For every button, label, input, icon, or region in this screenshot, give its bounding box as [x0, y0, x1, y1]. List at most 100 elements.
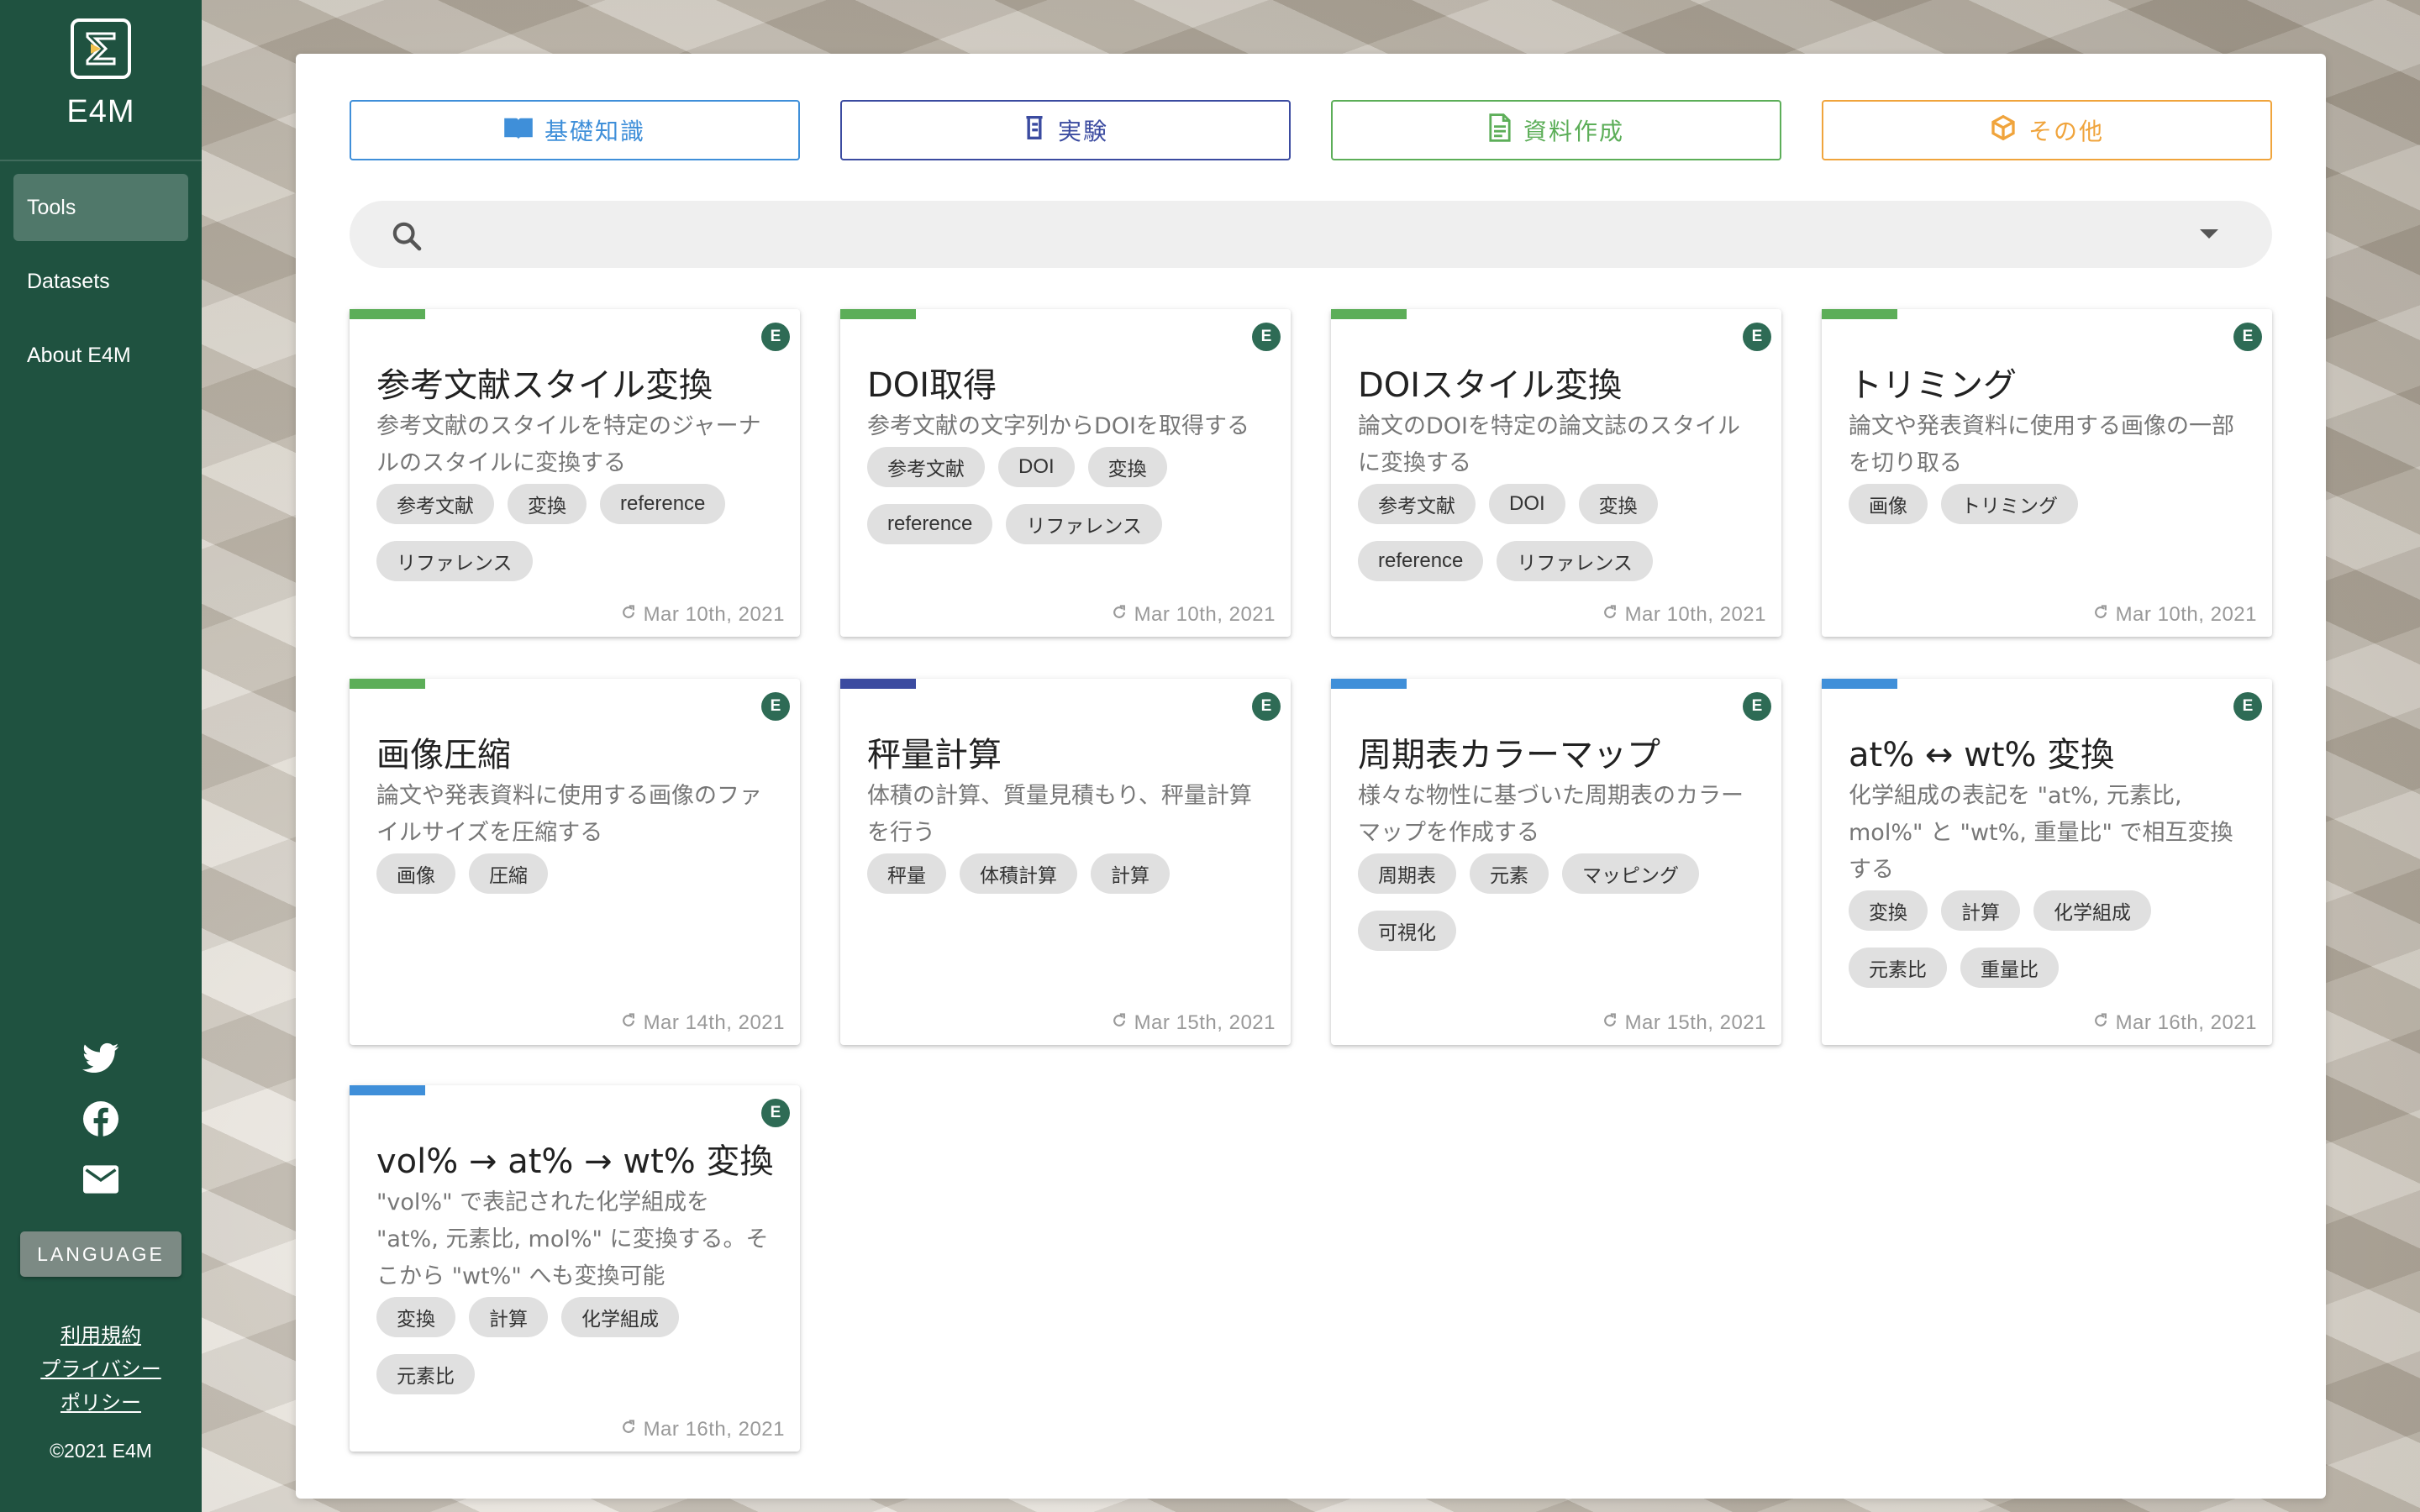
card-date-text: Mar 16th, 2021 [2115, 1011, 2257, 1034]
card-title: 周期表カラーマップ [1358, 736, 1660, 774]
card-tag[interactable]: DOI [998, 447, 1075, 487]
card-tag[interactable]: 計算 [469, 1297, 548, 1337]
card-tag[interactable]: 計算 [1091, 853, 1170, 894]
logo-icon[interactable] [71, 18, 131, 79]
card-tag[interactable]: 画像 [376, 853, 455, 894]
tool-card[interactable]: E 秤量計算 体積の計算、質量見積もり、秤量計算を行う 秤量 体積計算 計算 Mar 15t… [840, 679, 1291, 1045]
card-tag[interactable]: 元素比 [1849, 948, 1947, 988]
privacy-link-line2[interactable]: ポリシー [0, 1386, 202, 1415]
card-tag[interactable]: 変換 [1578, 484, 1658, 524]
card-tag[interactable]: DOI [1489, 484, 1565, 524]
card-tag[interactable]: 変換 [1849, 890, 1928, 931]
card-date-text: Mar 10th, 2021 [643, 603, 785, 626]
card-accent-bar [350, 309, 425, 319]
card-date-text: Mar 15th, 2021 [1134, 1011, 1276, 1034]
card-tag-list: 参考文献 DOI 変換 reference リファレンス [1358, 484, 1761, 581]
card-badge: E [761, 692, 790, 721]
card-title: vol% → at% → wt% 変換 [376, 1142, 774, 1181]
tool-card[interactable]: E 画像圧縮 論文や発表資料に使用する画像のファイルサイズを圧縮する 画像 圧縮 Mar … [350, 679, 800, 1045]
card-date: Mar 15th, 2021 [1602, 1006, 1766, 1040]
category-others-button[interactable]: その他 [1822, 100, 2272, 160]
card-tag[interactable]: 参考文献 [376, 484, 494, 524]
category-experiment-label: 実験 [1057, 118, 1108, 145]
sidebar-item-datasets[interactable]: Datasets [13, 248, 188, 315]
tool-card[interactable]: E DOI取得 参考文献の文字列からDOIを取得する 参考文献 DOI 変換 referen… [840, 309, 1291, 637]
card-tag-list: 画像 トリミング [1849, 484, 2252, 524]
sidebar: E4M Tools Datasets About E4M LANGUAGE 利用… [0, 0, 202, 1512]
card-badge: E [761, 1099, 790, 1127]
sidebar-item-about[interactable]: About E4M [13, 322, 188, 389]
tool-card[interactable]: E トリミング 論文や発表資料に使用する画像の一部を切り取る 画像 トリミング Mar 1… [1822, 309, 2272, 637]
card-tag[interactable]: 体積計算 [960, 853, 1077, 894]
card-tag[interactable]: 変換 [508, 484, 587, 524]
category-experiment-button[interactable]: 実験 [840, 100, 1291, 160]
refresh-icon [620, 1011, 637, 1035]
card-tag[interactable]: 圧縮 [469, 853, 548, 894]
card-accent-bar [1822, 309, 1897, 319]
card-tag[interactable]: 秤量 [867, 853, 946, 894]
terms-link[interactable]: 利用規約 [0, 1319, 202, 1348]
card-title: トリミング [1849, 366, 2017, 405]
card-tag[interactable]: リファレンス [376, 541, 533, 581]
card-accent-bar [1822, 679, 1897, 689]
card-date: Mar 15th, 2021 [1111, 1006, 1276, 1040]
card-tag[interactable]: 元素比 [376, 1354, 475, 1394]
card-tag[interactable]: 変換 [1087, 447, 1167, 487]
tool-card[interactable]: Eat% ↔ wt% 変換 化学組成の表記を "at%, 元素比, mol%" と… [1822, 679, 2272, 1045]
brand-name[interactable]: E4M [0, 94, 202, 130]
card-tag[interactable]: 元素 [1470, 853, 1549, 894]
facebook-icon[interactable] [81, 1099, 121, 1139]
card-accent-bar [350, 1085, 425, 1095]
card-tag[interactable]: reference [867, 504, 993, 544]
card-tag[interactable]: 参考文献 [867, 447, 985, 487]
tool-card[interactable]: E 参考文献スタイル変換 参考文献のスタイルを特定のジャーナルのスタイルに変換する参… [350, 309, 800, 637]
tool-card[interactable]: Evol% → at% → wt% 変換 "vol%" で表記された化学組成を "… [350, 1085, 800, 1452]
card-tag[interactable]: reference [600, 484, 726, 524]
card-title: 画像圧縮 [376, 736, 511, 774]
card-date: Mar 10th, 2021 [2092, 598, 2257, 632]
tool-card[interactable]: E 周期表カラーマップ 様々な物性に基づいた周期表のカラーマップを作成する 周期表 元素… [1331, 679, 1781, 1045]
card-tag[interactable]: 画像 [1849, 484, 1928, 524]
card-tag[interactable]: 化学組成 [2033, 890, 2151, 931]
card-date: Mar 10th, 2021 [620, 598, 785, 632]
privacy-link-line1[interactable]: プライバシー [0, 1352, 202, 1382]
card-description: 体積の計算、質量見積もり、秤量計算を行う [867, 783, 1252, 846]
copyright: ©2021 E4M [50, 1440, 152, 1462]
search-bar[interactable] [350, 201, 2272, 268]
card-tag[interactable]: 周期表 [1358, 853, 1456, 894]
main-panel: 基礎知識 実験 資料作成 その他 E 参考文献スタイル変換 参考文献のスタイルを特定… [296, 54, 2326, 1499]
box-icon [1990, 114, 2017, 147]
refresh-icon [1602, 603, 1618, 627]
card-tag[interactable]: 計算 [1941, 890, 2020, 931]
card-date: Mar 10th, 2021 [1111, 598, 1276, 632]
card-tag[interactable]: 変換 [376, 1297, 455, 1337]
card-date: Mar 10th, 2021 [1602, 598, 1766, 632]
card-tag[interactable]: リファレンス [1497, 541, 1653, 581]
card-tag[interactable]: 可視化 [1358, 911, 1456, 951]
sidebar-item-tools[interactable]: Tools [13, 174, 188, 241]
card-date: Mar 16th, 2021 [620, 1413, 785, 1446]
book-icon [504, 116, 533, 145]
card-tag[interactable]: 化学組成 [561, 1297, 679, 1337]
chevron-down-icon[interactable] [2200, 229, 2218, 239]
twitter-icon[interactable] [81, 1038, 121, 1079]
language-button[interactable]: LANGUAGE [20, 1231, 182, 1277]
tool-card[interactable]: E DOIスタイル変換 論文のDOIを特定の論文誌のスタイルに変換する 参考文献 DOI… [1331, 309, 1781, 637]
category-documents-button[interactable]: 資料作成 [1331, 100, 1781, 160]
card-description: 参考文献の文字列からDOIを取得する [867, 413, 1250, 439]
card-tag-list: 周期表 元素 マッピング可視化 [1358, 853, 1761, 951]
card-title: 秤量計算 [867, 736, 1002, 774]
card-tag[interactable]: 参考文献 [1358, 484, 1476, 524]
card-date-text: Mar 15th, 2021 [1624, 1011, 1766, 1034]
beaker-icon [1023, 115, 1046, 146]
card-tag[interactable]: マッピング [1562, 853, 1699, 894]
card-date-text: Mar 14th, 2021 [643, 1011, 785, 1034]
card-tag[interactable]: 重量比 [1960, 948, 2059, 988]
card-date-text: Mar 10th, 2021 [2115, 603, 2257, 626]
category-basics-button[interactable]: 基礎知識 [350, 100, 800, 160]
search-input[interactable] [442, 214, 2126, 256]
card-tag[interactable]: トリミング [1941, 484, 2078, 524]
mail-icon[interactable] [81, 1159, 121, 1200]
card-tag[interactable]: リファレンス [1006, 504, 1162, 544]
card-tag[interactable]: reference [1358, 541, 1484, 581]
